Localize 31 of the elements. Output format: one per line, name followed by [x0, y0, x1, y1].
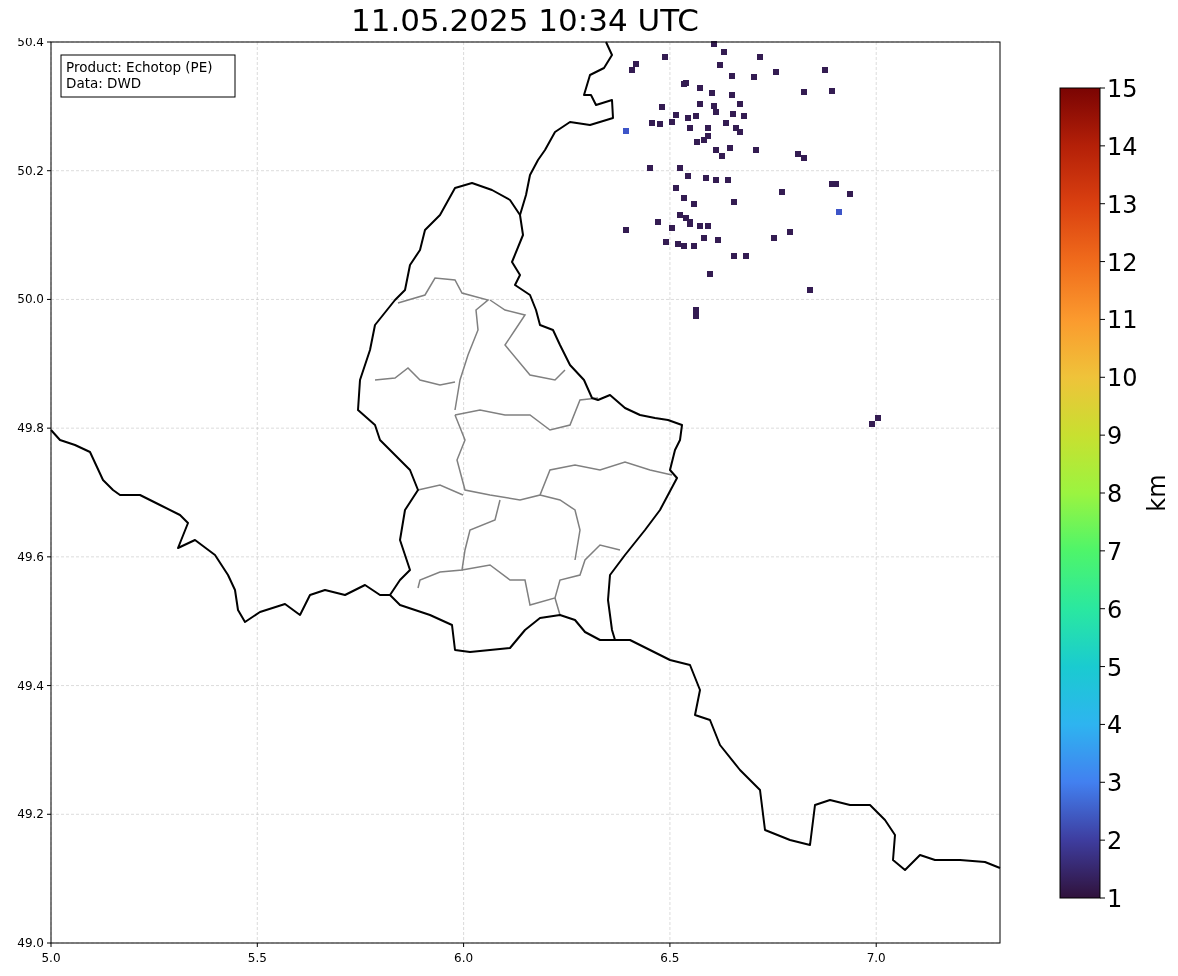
- colorbar-tick-label: 8: [1107, 480, 1123, 508]
- colorbar-tick-label: 14: [1107, 132, 1138, 161]
- axis-tick-label: 5.5: [247, 951, 267, 965]
- colorbar-tick-label: 3: [1107, 769, 1123, 798]
- colorbar-tick-label: 13: [1107, 190, 1138, 219]
- colorbar-label: km: [1143, 474, 1171, 512]
- axis-tick-label: 49.8: [17, 421, 44, 436]
- colorbar-tick-label: 10: [1107, 364, 1138, 393]
- axis-tick-label: 6.5: [660, 951, 680, 965]
- colorbar-tick-label: 11: [1107, 306, 1138, 335]
- axis-tick-label: 49.4: [17, 678, 44, 693]
- legend-text: Data: DWD: [66, 75, 142, 91]
- axis-tick-label: 50.0: [17, 292, 44, 307]
- axis-tick-label: 6.0: [454, 951, 474, 965]
- colorbar-tick-label: 2: [1107, 827, 1123, 856]
- axis-tick-label: 49.0: [17, 936, 44, 950]
- chart-title: 11.05.2025 10:34 UTC: [351, 2, 699, 38]
- axis-tick-label: 5.0: [41, 951, 61, 965]
- colorbar-tick-label: 12: [1107, 248, 1138, 277]
- colorbar-tick-label: 9: [1107, 422, 1123, 451]
- colorbar-tick-label: 15: [1107, 75, 1138, 103]
- axis-tick-label: 7.0: [866, 951, 886, 965]
- colorbar-tick-label: 1: [1107, 885, 1123, 913]
- axis-tick-label: 49.2: [17, 807, 44, 822]
- legend-text: Product: Echotop (PE): [66, 59, 213, 75]
- colorbar-tick-label: 4: [1107, 711, 1123, 740]
- colorbar-tick-label: 5: [1107, 653, 1123, 682]
- colorbar-tick-label: 7: [1107, 537, 1123, 566]
- colorbar-tick-label: 6: [1107, 595, 1123, 624]
- axis-tick-label: 49.6: [17, 549, 44, 564]
- axis-tick-label: 50.2: [17, 163, 44, 178]
